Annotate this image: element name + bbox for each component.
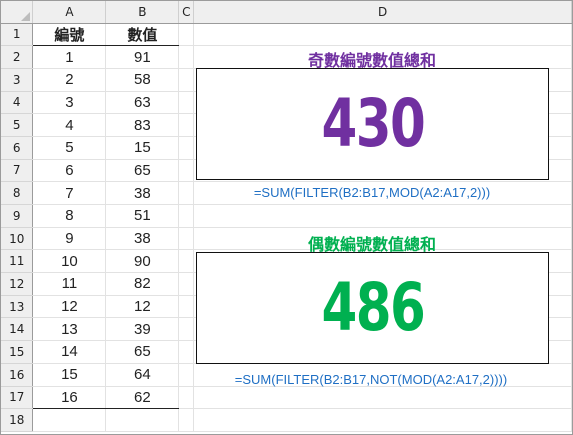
odd-sum-formula: =SUM(FILTER(B2:B17,MOD(A2:A17,2)))	[253, 185, 491, 200]
cell[interactable]	[193, 408, 572, 432]
cell-id[interactable]: 5	[32, 136, 107, 160]
row-header[interactable]: 5	[1, 113, 34, 137]
column-header-c[interactable]: C	[178, 1, 195, 24]
cell[interactable]	[178, 23, 195, 47]
cell[interactable]	[193, 23, 572, 47]
cell-id[interactable]: 8	[32, 204, 107, 228]
odd-sum-box[interactable]: 430	[196, 68, 549, 180]
spreadsheet: A B C D 1 編號 數值 2 1 91 3 2 58 4 3 63 5 4 83 6 5 15…	[0, 0, 573, 435]
row-header[interactable]: 11	[1, 249, 34, 274]
cell-value[interactable]: 83	[105, 113, 180, 137]
header-cell-value[interactable]: 數值	[105, 23, 180, 47]
cell-id[interactable]: 7	[32, 181, 107, 205]
table-row: 18	[1, 408, 572, 432]
cell-value[interactable]: 38	[105, 227, 180, 251]
cell[interactable]	[178, 68, 195, 92]
even-sum-formula: =SUM(FILTER(B2:B17,NOT(MOD(A2:A17,2))))	[234, 372, 508, 387]
row-header[interactable]: 18	[1, 408, 34, 432]
cell-value[interactable]: 65	[105, 340, 180, 364]
cell-id[interactable]: 6	[32, 159, 107, 183]
table-row: 9 8 51	[1, 204, 572, 228]
row-header[interactable]: 7	[1, 159, 34, 183]
table-row: 17 16 62	[1, 386, 572, 410]
cell[interactable]	[178, 386, 195, 410]
cell-id[interactable]: 2	[32, 68, 107, 92]
cell-id[interactable]: 9	[32, 227, 107, 251]
row-header[interactable]: 2	[1, 45, 34, 69]
cell-id[interactable]: 16	[32, 386, 107, 410]
cell-id[interactable]: 10	[32, 249, 107, 274]
cell-value[interactable]: 90	[105, 249, 180, 274]
cell-id[interactable]: 1	[32, 45, 107, 69]
column-header-b[interactable]: B	[105, 1, 180, 24]
row-header[interactable]: 12	[1, 272, 34, 296]
cell-id[interactable]: 11	[32, 272, 107, 296]
column-header-d[interactable]: D	[193, 1, 572, 24]
column-header-a[interactable]: A	[32, 1, 107, 24]
cell-value[interactable]: 38	[105, 181, 180, 205]
row-header[interactable]: 3	[1, 68, 34, 92]
cell[interactable]	[32, 408, 107, 432]
cell-value[interactable]: 64	[105, 363, 180, 387]
cell-value[interactable]: 39	[105, 317, 180, 342]
cell[interactable]	[178, 272, 195, 296]
cell-value[interactable]: 82	[105, 272, 180, 296]
cell[interactable]	[178, 204, 195, 228]
cell[interactable]	[178, 159, 195, 183]
cell[interactable]	[178, 136, 195, 160]
cell[interactable]	[193, 386, 572, 410]
even-sum-value: 486	[321, 269, 425, 346]
select-all-corner[interactable]	[1, 1, 34, 24]
cell[interactable]	[178, 91, 195, 115]
cell-value[interactable]: 12	[105, 295, 180, 319]
cell-value[interactable]: 62	[105, 386, 180, 410]
cell-id[interactable]: 12	[32, 295, 107, 319]
cell[interactable]	[178, 295, 195, 319]
cell[interactable]	[178, 113, 195, 137]
cell-value[interactable]: 15	[105, 136, 180, 160]
row-header[interactable]: 14	[1, 317, 34, 342]
odd-sum-value: 430	[321, 85, 425, 162]
cell[interactable]	[178, 340, 195, 364]
row-header[interactable]: 17	[1, 386, 34, 410]
cell[interactable]	[178, 408, 195, 432]
cell[interactable]	[178, 45, 195, 69]
row-header[interactable]: 10	[1, 227, 34, 251]
row-header[interactable]: 8	[1, 181, 34, 205]
cell-id[interactable]: 14	[32, 340, 107, 364]
cell[interactable]	[105, 408, 180, 432]
cell-id[interactable]: 13	[32, 317, 107, 342]
cell-id[interactable]: 4	[32, 113, 107, 137]
header-cell-id[interactable]: 編號	[32, 23, 107, 47]
table-row: 1 編號 數值	[1, 23, 572, 47]
row-header[interactable]: 9	[1, 204, 34, 228]
cell-value[interactable]: 91	[105, 45, 180, 69]
cell-id[interactable]: 3	[32, 91, 107, 115]
cell-value[interactable]: 65	[105, 159, 180, 183]
row-header[interactable]: 13	[1, 295, 34, 319]
cell-value[interactable]: 58	[105, 68, 180, 92]
row-header[interactable]: 6	[1, 136, 34, 160]
row-header[interactable]: 16	[1, 363, 34, 387]
cell[interactable]	[178, 249, 195, 274]
cell-value[interactable]: 63	[105, 91, 180, 115]
even-sum-box[interactable]: 486	[196, 252, 549, 364]
row-header[interactable]: 1	[1, 23, 34, 47]
cell-value[interactable]: 51	[105, 204, 180, 228]
row-header[interactable]: 4	[1, 91, 34, 115]
cell[interactable]	[193, 204, 572, 228]
cell[interactable]	[178, 227, 195, 251]
row-header[interactable]: 15	[1, 340, 34, 364]
cell[interactable]	[178, 181, 195, 205]
cell-id[interactable]: 15	[32, 363, 107, 387]
cell[interactable]	[178, 317, 195, 342]
